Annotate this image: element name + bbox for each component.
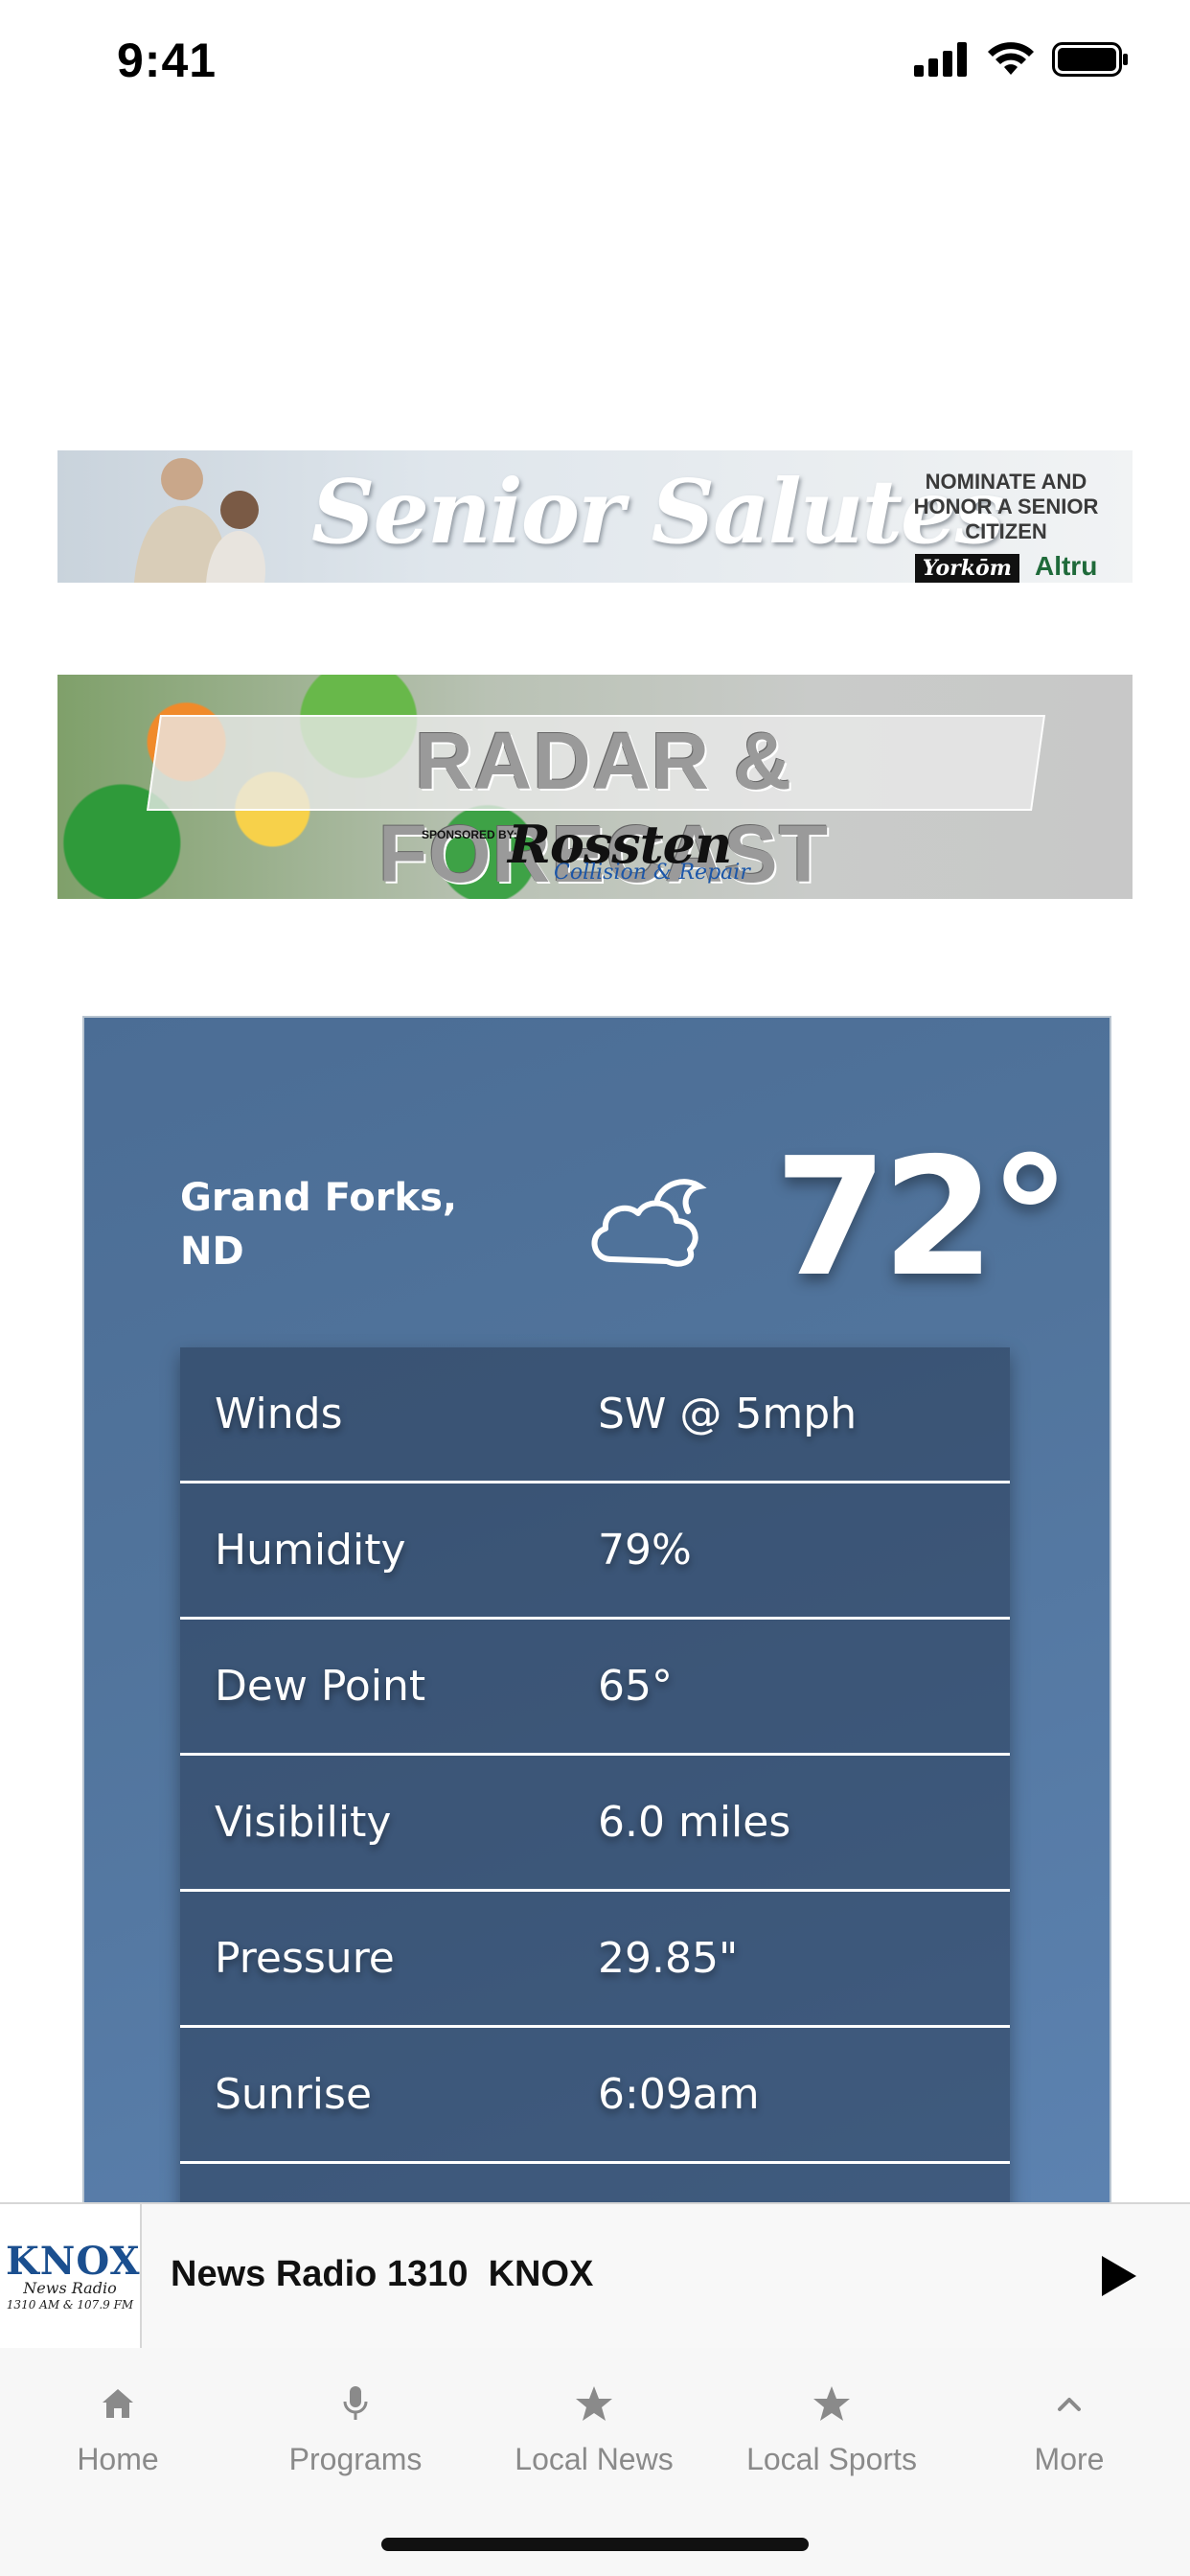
- row-label: Dew Point: [215, 1662, 426, 1711]
- star-icon: [576, 2386, 612, 2421]
- weather-row-visibility: Visibility 6.0 miles: [180, 1756, 1010, 1892]
- row-value: 79%: [598, 1526, 692, 1575]
- row-label: Winds: [215, 1390, 343, 1438]
- status-time: 9:41: [117, 34, 217, 87]
- now-playing-title: News Radio 1310 KNOX: [171, 2254, 594, 2294]
- wifi-icon: [988, 42, 1034, 75]
- tab-label: Programs: [288, 2442, 423, 2476]
- tab-label: Local Sports: [746, 2442, 917, 2476]
- chevron-up-icon: [1058, 2398, 1081, 2411]
- rossten-logo-subtitle: Collision & Repair: [554, 861, 750, 885]
- star-icon: [813, 2386, 850, 2421]
- nominate-text: NOMINATE AND HONOR A SENIOR CITIZEN: [913, 470, 1099, 543]
- senior-salutes-side-text: NOMINATE AND HONOR A SENIOR CITIZEN York…: [910, 470, 1102, 583]
- row-label: Sunrise: [215, 2070, 373, 2119]
- senior-salutes-ad-banner[interactable]: Senior Salutes NOMINATE AND HONOR A SENI…: [57, 450, 1133, 583]
- row-value: 6:09am: [598, 2070, 760, 2119]
- weather-row-pressure: Pressure 29.85": [180, 1892, 1010, 2028]
- row-label: Pressure: [215, 1934, 395, 1983]
- tab-programs[interactable]: Programs: [250, 2377, 461, 2477]
- row-value: 6.0 miles: [598, 1798, 791, 1847]
- row-label: Visibility: [215, 1798, 392, 1847]
- couple-photo: [134, 458, 265, 583]
- weather-location: Grand Forks, ND: [180, 1176, 458, 1274]
- microphone-icon: [343, 2386, 368, 2420]
- weather-row-winds: Winds SW @ 5mph: [180, 1347, 1010, 1484]
- tab-label: Local News: [515, 2442, 674, 2476]
- tab-local-news[interactable]: Local News: [489, 2377, 699, 2477]
- station-logo-frequency: 1310 AM & 107.9 FM: [6, 2298, 134, 2312]
- sponsor-row: Yorkōm Altru: [910, 551, 1102, 583]
- station-logo: KNOX News Radio 1310 AM & 107.9 FM: [0, 2204, 142, 2348]
- weather-row-dew-point: Dew Point 65°: [180, 1620, 1010, 1756]
- tab-home[interactable]: Home: [12, 2377, 223, 2477]
- tab-label: Home: [77, 2442, 159, 2476]
- row-value: 65°: [598, 1662, 673, 1711]
- now-playing-bar[interactable]: KNOX News Radio 1310 AM & 107.9 FM News …: [0, 2202, 1190, 2350]
- weather-widget[interactable]: Grand Forks, ND 72° Winds SW @ 5mph Humi…: [82, 1016, 1111, 2208]
- station-logo-subtitle: News Radio: [23, 2279, 117, 2297]
- tab-local-sports[interactable]: Local Sports: [726, 2377, 937, 2477]
- sponsor-yorkom-logo: Yorkōm: [914, 554, 1019, 583]
- weather-row-humidity: Humidity 79%: [180, 1484, 1010, 1620]
- home-icon: [103, 2389, 133, 2418]
- partly-cloudy-night-icon: [591, 1179, 707, 1267]
- weather-details-table: Winds SW @ 5mph Humidity 79% Dew Point 6…: [180, 1347, 1010, 2206]
- tab-more[interactable]: More: [964, 2377, 1175, 2477]
- app-screen: 9:41 Senior Salutes NOMINATE AND HONOR A…: [0, 0, 1190, 2576]
- tab-label: More: [1034, 2442, 1105, 2476]
- senior-salutes-title: Senior Salutes: [311, 460, 1004, 564]
- row-value: SW @ 5mph: [598, 1390, 858, 1438]
- battery-icon: [1052, 42, 1128, 77]
- current-temperature: 72°: [774, 1123, 1071, 1313]
- status-icons: [914, 42, 1129, 77]
- cellular-signal-icon: [914, 42, 967, 77]
- sponsor-altru-logo: Altru: [1034, 551, 1098, 581]
- row-label: Humidity: [215, 1526, 406, 1575]
- radar-forecast-banner[interactable]: RADAR & FORECAST SPONSORED BY: Rossten C…: [57, 675, 1133, 899]
- home-indicator[interactable]: [381, 2538, 809, 2551]
- sponsored-by-label: SPONSORED BY:: [422, 828, 517, 841]
- weather-row-sunrise: Sunrise 6:09am: [180, 2028, 1010, 2164]
- station-logo-text: KNOX: [6, 2239, 141, 2284]
- status-bar: 9:41: [0, 0, 1190, 126]
- row-value: 29.85": [598, 1934, 739, 1983]
- play-icon[interactable]: [1090, 2250, 1142, 2302]
